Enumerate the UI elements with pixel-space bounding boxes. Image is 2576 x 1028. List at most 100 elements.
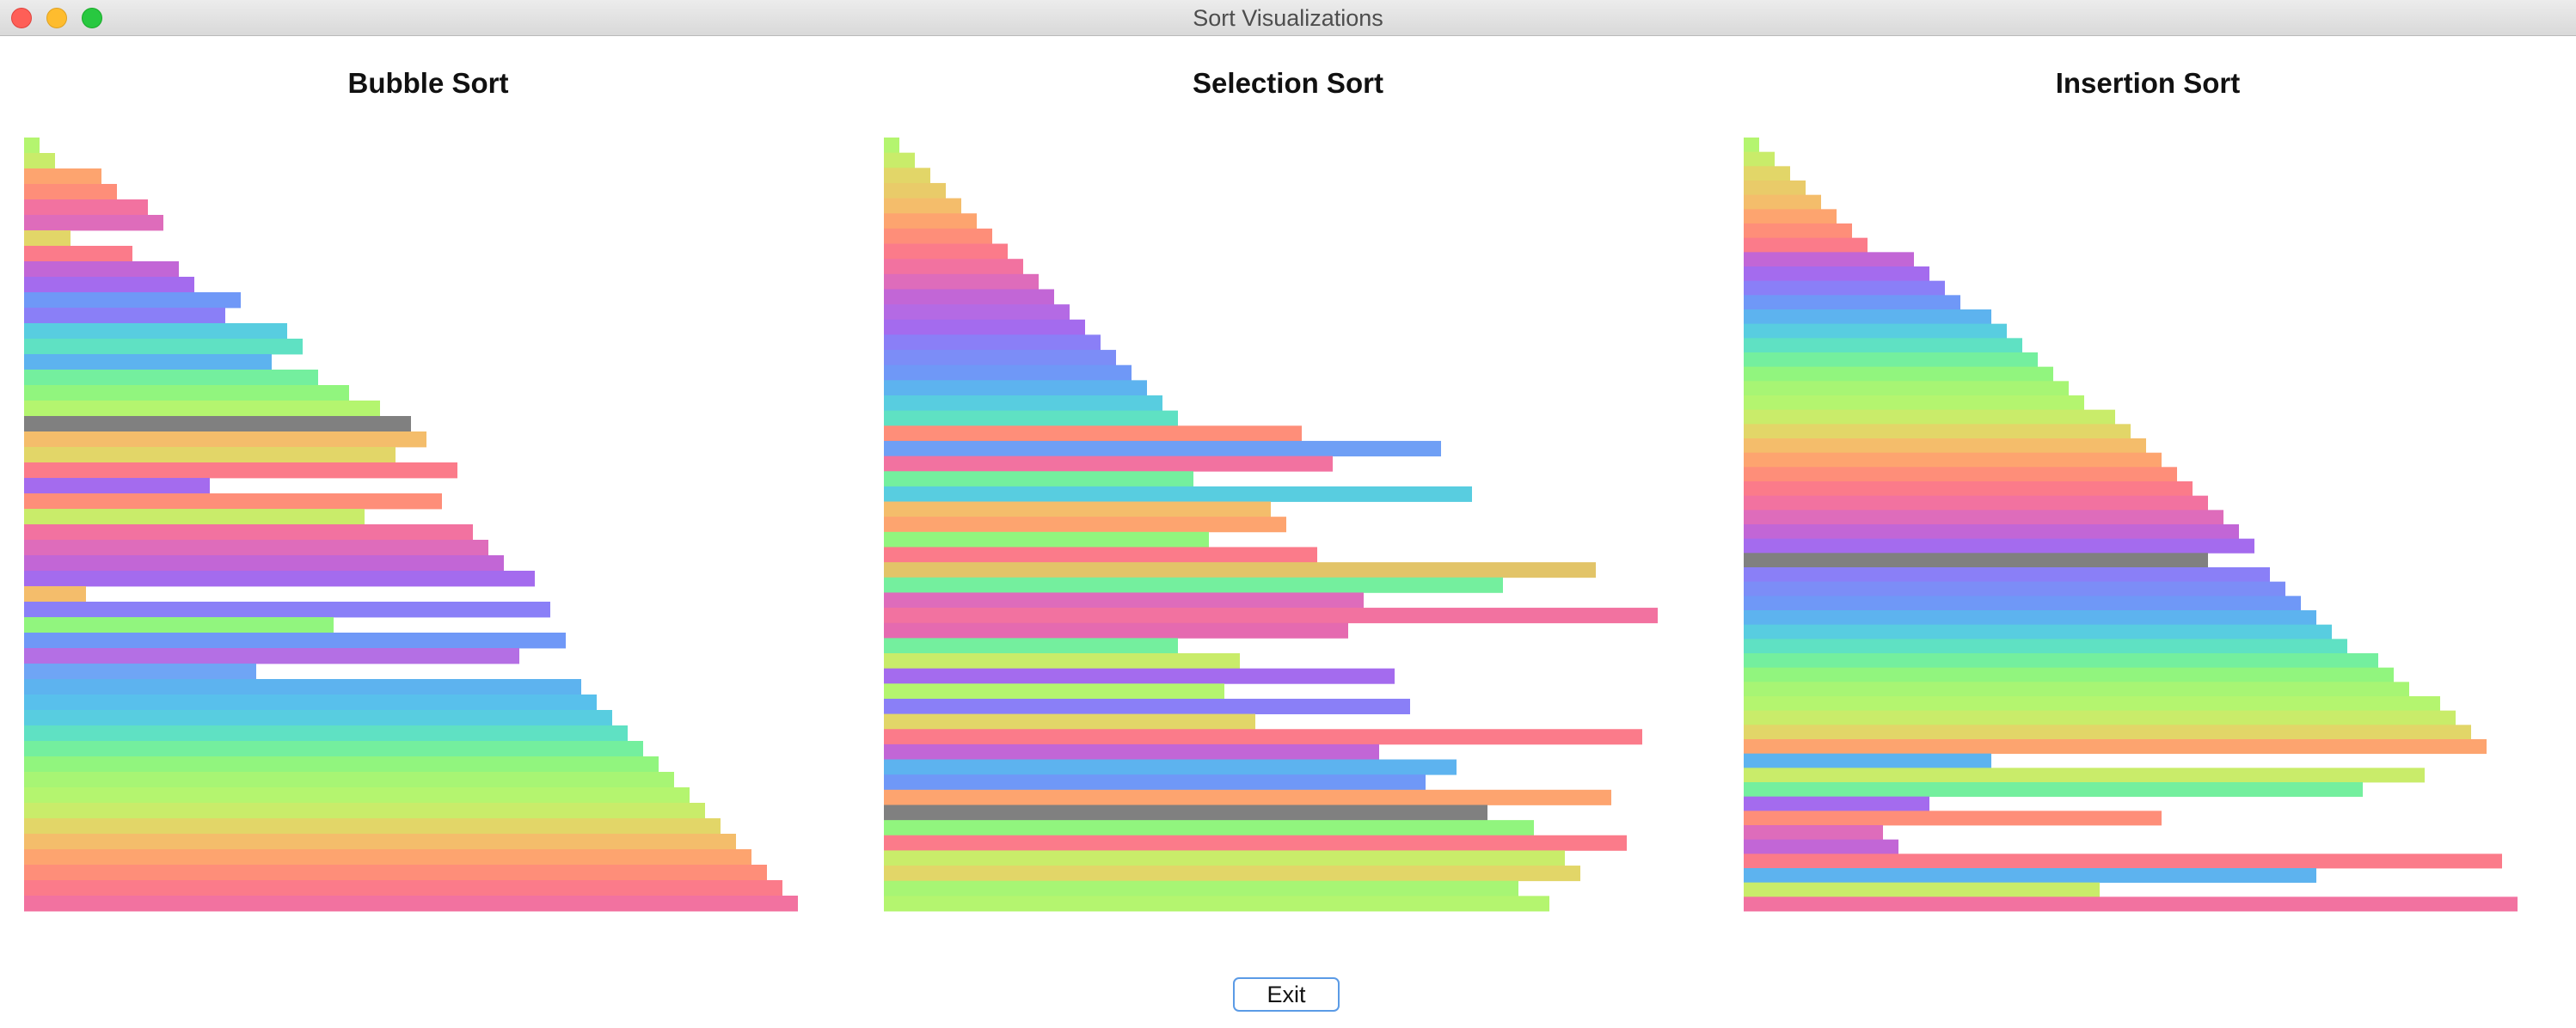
- bar: [1744, 682, 2409, 697]
- bar: [24, 617, 334, 633]
- bar: [24, 323, 287, 340]
- bar: [24, 339, 303, 355]
- bar: [24, 230, 71, 247]
- bar: [884, 517, 1286, 533]
- bar: [24, 586, 86, 603]
- bar: [24, 664, 256, 680]
- bar: [884, 896, 1549, 912]
- bar: [884, 350, 1116, 366]
- bar: [1744, 467, 2177, 482]
- bar: [24, 199, 148, 216]
- bar: [884, 789, 1611, 805]
- bar: [884, 364, 1132, 381]
- bar: [884, 243, 1008, 260]
- selection-sort-title: Selection Sort: [1193, 67, 1383, 99]
- bubble-sort-panel: Bubble Sort: [24, 36, 832, 921]
- bar: [1744, 768, 2425, 783]
- bar: [24, 292, 241, 309]
- bar: [24, 756, 659, 773]
- bar: [884, 805, 1487, 821]
- bar: [1744, 452, 2162, 468]
- bar: [1744, 138, 1759, 153]
- bar: [1744, 882, 2100, 897]
- bar: [884, 653, 1240, 670]
- bar: [24, 648, 519, 664]
- bar: [24, 462, 457, 479]
- insertion-sort-title: Insertion Sort: [2055, 67, 2241, 99]
- bar: [884, 562, 1596, 578]
- bar: [24, 633, 566, 649]
- bar: [884, 668, 1395, 684]
- bar: [884, 547, 1317, 563]
- bar: [24, 849, 751, 866]
- bar: [1744, 438, 2146, 454]
- window-titlebar: Sort Visualizations: [0, 0, 2576, 36]
- bar: [1744, 409, 2115, 425]
- bar: [24, 571, 535, 587]
- bar: [1744, 624, 2332, 639]
- bar: [1744, 237, 1868, 253]
- bar: [24, 478, 210, 494]
- bar: [884, 319, 1085, 335]
- bar: [24, 308, 225, 324]
- bar: [24, 431, 426, 448]
- bar: [884, 743, 1379, 760]
- bar: [884, 592, 1364, 609]
- bar: [884, 729, 1642, 745]
- bar: [884, 334, 1101, 351]
- bar: [884, 152, 915, 168]
- bar: [24, 710, 612, 726]
- bar: [1744, 796, 1929, 811]
- bar: [1744, 338, 2022, 353]
- bar: [1744, 868, 2316, 884]
- bar: [1744, 151, 1775, 167]
- bar: [24, 184, 117, 200]
- bar: [884, 395, 1162, 412]
- bubble-sort-bars: [24, 138, 798, 912]
- bar: [24, 277, 194, 293]
- bar: [1744, 696, 2440, 712]
- bar: [884, 608, 1658, 624]
- bar: [24, 246, 132, 262]
- bar: [24, 493, 442, 510]
- bar: [884, 138, 899, 154]
- bar: [1744, 567, 2270, 583]
- bar: [24, 679, 581, 695]
- bar: [24, 880, 782, 896]
- window-title: Sort Visualizations: [1193, 5, 1383, 31]
- bar: [1744, 252, 1914, 267]
- bar: [1744, 538, 2254, 554]
- bar: [1744, 524, 2239, 540]
- bar: [884, 425, 1302, 442]
- bar: [884, 866, 1580, 882]
- bar: [24, 865, 767, 881]
- bar: [884, 774, 1426, 791]
- bar: [884, 168, 930, 184]
- bar: [884, 456, 1333, 472]
- bar: [24, 416, 411, 432]
- bar: [24, 896, 798, 912]
- insertion-sort-panel: Insertion Sort: [1744, 36, 2552, 921]
- bar: [884, 835, 1627, 851]
- bar: [1744, 854, 2502, 869]
- bar: [1744, 782, 2363, 798]
- bar: [24, 834, 736, 850]
- bar: [1744, 223, 1852, 239]
- bar: [24, 741, 643, 757]
- bar: [884, 713, 1255, 730]
- bar: [1744, 596, 2301, 611]
- bar: [884, 380, 1147, 396]
- bar: [884, 273, 1039, 290]
- bar: [884, 683, 1224, 700]
- bar: [884, 622, 1348, 639]
- bar: [1744, 209, 1837, 224]
- bar: [884, 638, 1178, 654]
- bar: [1744, 510, 2223, 525]
- bar: [24, 261, 179, 278]
- bar: [884, 759, 1457, 775]
- bar: [1744, 181, 1806, 196]
- exit-button[interactable]: Exit: [1233, 977, 1340, 1012]
- bar: [24, 153, 55, 169]
- bar: [884, 410, 1178, 426]
- bar: [1744, 753, 1991, 768]
